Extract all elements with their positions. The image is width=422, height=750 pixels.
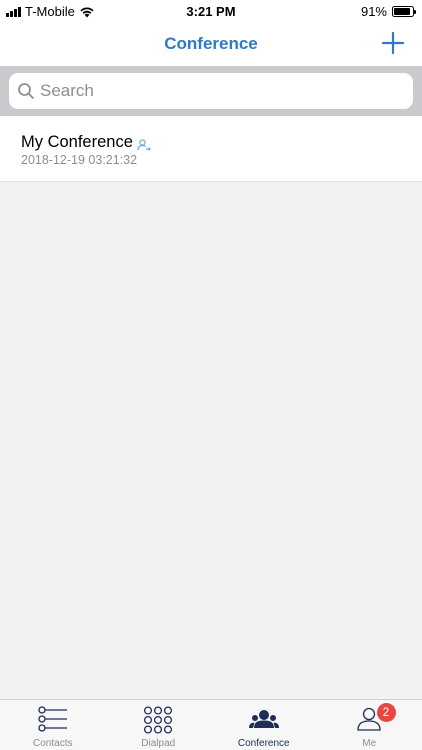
item-title-row: My Conference	[21, 132, 151, 152]
tab-bar: Contacts Dialpad Conference 2 Me	[0, 699, 422, 750]
search-input[interactable]	[40, 76, 400, 106]
search-icon	[18, 83, 34, 99]
plus-icon	[381, 31, 405, 55]
add-conference-button[interactable]	[380, 30, 406, 56]
page-title: Conference	[164, 34, 258, 53]
tab-dialpad[interactable]: Dialpad	[106, 700, 212, 750]
tab-me[interactable]: 2 Me	[317, 700, 422, 750]
tab-icon-wrap	[36, 706, 70, 734]
tab-contacts[interactable]: Contacts	[0, 700, 106, 750]
conference-title: My Conference	[21, 132, 133, 151]
search-bar	[0, 66, 422, 116]
list-item[interactable]: My Conference 2018-12-19 03:21:32	[0, 116, 422, 182]
search-box[interactable]	[9, 73, 413, 109]
screen: T-Mobile 3:21 PM 91% Conference Search M…	[0, 0, 422, 750]
battery-fill	[394, 8, 411, 15]
conference-list: My Conference 2018-12-19 03:21:32	[0, 116, 422, 182]
tab-label: Contacts	[33, 738, 73, 749]
tab-label: Conference	[237, 738, 290, 749]
battery-percent: 91%	[360, 4, 387, 19]
dialpad-icon	[144, 706, 173, 734]
contacts-list-icon	[38, 706, 67, 732]
status-time: 3:21 PM	[186, 4, 236, 19]
notification-badge: 2	[376, 703, 396, 722]
battery-icon	[392, 6, 416, 17]
tab-conference[interactable]: Conference	[211, 700, 317, 750]
tab-icon-wrap	[141, 706, 175, 734]
conference-date: 2018-12-19 03:21:32	[21, 153, 138, 167]
tab-label: Me	[362, 738, 377, 749]
nav-bar: Conference	[0, 22, 422, 66]
conference-icon	[248, 710, 279, 728]
tab-icon-wrap	[247, 706, 281, 734]
user-transfer-icon	[137, 139, 151, 151]
tab-label: Dialpad	[141, 738, 176, 749]
status-bar: T-Mobile 3:21 PM 91%	[0, 0, 422, 22]
status-right: 91%	[360, 4, 416, 19]
